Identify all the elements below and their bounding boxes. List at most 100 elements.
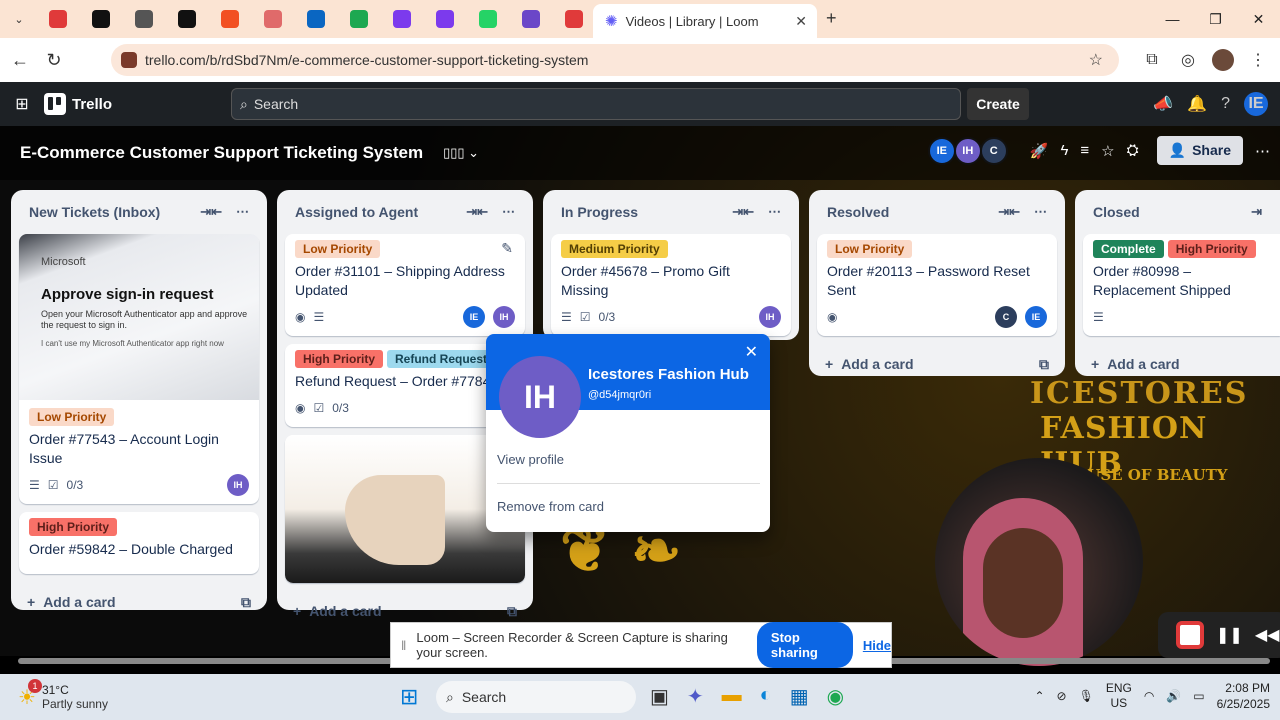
card[interactable]: Low Priority ✎ Order #31101 – Shipping A…: [285, 234, 525, 336]
chrome-icon[interactable]: ◉: [827, 684, 844, 709]
app-switcher-icon[interactable]: ⊞: [0, 94, 44, 114]
card-member-avatar[interactable]: IH: [227, 474, 249, 496]
battery-icon[interactable]: ▭: [1193, 689, 1204, 703]
pinned-tab-icon[interactable]: [479, 10, 497, 28]
add-card-button[interactable]: + Add a card ⧉: [11, 582, 267, 622]
performance-icon[interactable]: ◎: [1176, 50, 1200, 70]
card-member-avatar[interactable]: IE: [463, 306, 485, 328]
card-member-avatar[interactable]: IH: [493, 306, 515, 328]
visibility-icon[interactable]: ⛭: [1127, 142, 1139, 159]
list-menu-icon[interactable]: ⋯: [768, 204, 781, 220]
card-label[interactable]: Refund Request: [387, 350, 496, 368]
show-hidden-icons[interactable]: ⌃: [1034, 689, 1044, 703]
pause-icon[interactable]: ❚❚: [1216, 625, 1243, 645]
power-ups-icon[interactable]: 🚀: [1030, 142, 1049, 160]
pinned-tab-icon[interactable]: [436, 10, 454, 28]
collapse-list-icon[interactable]: ⇥⇤: [732, 204, 754, 220]
back-icon[interactable]: ←: [3, 50, 37, 71]
board-member-avatar[interactable]: IH: [953, 136, 982, 165]
card-member-avatar[interactable]: C: [995, 306, 1017, 328]
close-popover-icon[interactable]: ✕: [745, 342, 758, 362]
pinned-tab-icon[interactable]: [522, 10, 540, 28]
minimize-icon[interactable]: —: [1151, 0, 1194, 38]
card-member-avatar[interactable]: IH: [759, 306, 781, 328]
account-avatar[interactable]: IE: [1244, 92, 1268, 116]
drag-handle-icon[interactable]: ‖: [401, 638, 406, 653]
new-tab-icon[interactable]: +: [826, 8, 837, 29]
megaphone-icon[interactable]: 📣: [1153, 94, 1173, 114]
close-window-icon[interactable]: ✕: [1237, 0, 1280, 38]
automation-icon[interactable]: ϟ: [1060, 142, 1068, 159]
card-label[interactable]: High Priority: [1167, 240, 1256, 258]
card-label[interactable]: High Priority: [295, 350, 384, 368]
card-member-avatar[interactable]: IE: [1025, 306, 1047, 328]
help-icon[interactable]: ?: [1221, 95, 1230, 113]
card-label[interactable]: Complete: [1093, 240, 1164, 258]
card[interactable]: High Priority Order #59842 – Double Char…: [19, 512, 259, 574]
pinned-tab-icon[interactable]: [178, 10, 196, 28]
create-button[interactable]: Create: [967, 88, 1029, 120]
teams-icon[interactable]: ✦: [687, 684, 704, 709]
add-card-button[interactable]: + Add a card ⧉: [809, 344, 1065, 384]
loom-webcam-bubble[interactable]: [935, 458, 1143, 666]
store-icon[interactable]: ▦: [790, 684, 809, 709]
hide-banner-link[interactable]: Hide: [863, 638, 891, 653]
pinned-tab-icon[interactable]: [350, 10, 368, 28]
maximize-icon[interactable]: ❐: [1194, 0, 1237, 38]
weather-widget[interactable]: ☀ 1 31°C Partly sunny: [18, 678, 108, 711]
microphone-icon[interactable]: 🎙: [1079, 689, 1094, 703]
share-button[interactable]: 👤 Share: [1156, 136, 1243, 165]
pinned-tab-icon[interactable]: [221, 10, 239, 28]
pinned-tab-icon[interactable]: [565, 10, 583, 28]
board-view-switcher[interactable]: ▯▯▯ ⌄: [443, 145, 479, 161]
board-member-avatar[interactable]: IE: [927, 136, 956, 165]
card-label[interactable]: High Priority: [29, 518, 118, 536]
card-label[interactable]: Low Priority: [295, 240, 381, 258]
stop-recording-button[interactable]: [1176, 621, 1204, 649]
list-title[interactable]: Closed: [1093, 204, 1237, 220]
board-menu-icon[interactable]: ⋯: [1255, 142, 1270, 160]
collapse-list-icon[interactable]: ⇥⇤: [200, 204, 222, 220]
stop-sharing-button[interactable]: Stop sharing: [756, 622, 853, 668]
card[interactable]: Complete High Priority Order #80998 – Rep…: [1083, 234, 1280, 336]
volume-icon[interactable]: 🔊: [1166, 689, 1181, 703]
address-bar[interactable]: trello.com/b/rdSbd7Nm/e-commerce-custome…: [111, 44, 1119, 76]
list-title[interactable]: Resolved: [827, 204, 984, 220]
pinned-tab-icon[interactable]: [264, 10, 282, 28]
pinned-tab-icon[interactable]: [307, 10, 325, 28]
collapse-list-icon[interactable]: ⇥⇤: [998, 204, 1020, 220]
windows-start-icon[interactable]: ⊞: [400, 684, 418, 710]
pinned-tab-icon[interactable]: [92, 10, 110, 28]
list-menu-icon[interactable]: ⋯: [1034, 204, 1047, 220]
collapse-list-icon[interactable]: ⇥: [1251, 204, 1262, 220]
list-menu-icon[interactable]: ⋯: [236, 204, 249, 220]
card-label[interactable]: Low Priority: [827, 240, 913, 258]
add-card-button[interactable]: + Add a card: [1075, 344, 1280, 384]
bookmark-star-icon[interactable]: ☆: [1089, 50, 1103, 70]
list-menu-icon[interactable]: ⋯: [502, 204, 515, 220]
pinned-tab-icon[interactable]: [393, 10, 411, 28]
clock[interactable]: 2:08 PM 6/25/2025: [1217, 680, 1270, 712]
network-off-icon[interactable]: ⊘: [1057, 689, 1067, 703]
edit-card-icon[interactable]: ✎: [501, 240, 513, 257]
task-view-icon[interactable]: ▣: [650, 684, 669, 709]
filter-icon[interactable]: ≡: [1080, 142, 1089, 159]
board-member-avatar[interactable]: C: [979, 136, 1008, 165]
profile-avatar[interactable]: [1212, 49, 1234, 71]
active-tab[interactable]: ✺ Videos | Library | Loom ✕: [593, 4, 817, 38]
template-icon[interactable]: ⧉: [1039, 356, 1049, 373]
search-input[interactable]: ⌕ Search: [231, 88, 961, 120]
star-icon[interactable]: ☆: [1101, 142, 1114, 160]
taskbar-search[interactable]: ⌕ Search: [436, 681, 636, 713]
remove-from-card-button[interactable]: Remove from card: [497, 499, 604, 514]
list-title[interactable]: Assigned to Agent: [295, 204, 452, 220]
browser-menu-icon[interactable]: ⋮: [1246, 50, 1270, 70]
template-icon[interactable]: ⧉: [507, 603, 517, 620]
list-title[interactable]: In Progress: [561, 204, 718, 220]
bell-icon[interactable]: 🔔: [1187, 94, 1207, 114]
member-avatar-large[interactable]: IH: [499, 356, 581, 438]
template-icon[interactable]: ⧉: [241, 594, 251, 611]
board-title[interactable]: E-Commerce Customer Support Ticketing Sy…: [20, 143, 423, 163]
collapse-list-icon[interactable]: ⇥⇤: [466, 204, 488, 220]
card[interactable]: Medium Priority Order #45678 – Promo Gif…: [551, 234, 791, 336]
